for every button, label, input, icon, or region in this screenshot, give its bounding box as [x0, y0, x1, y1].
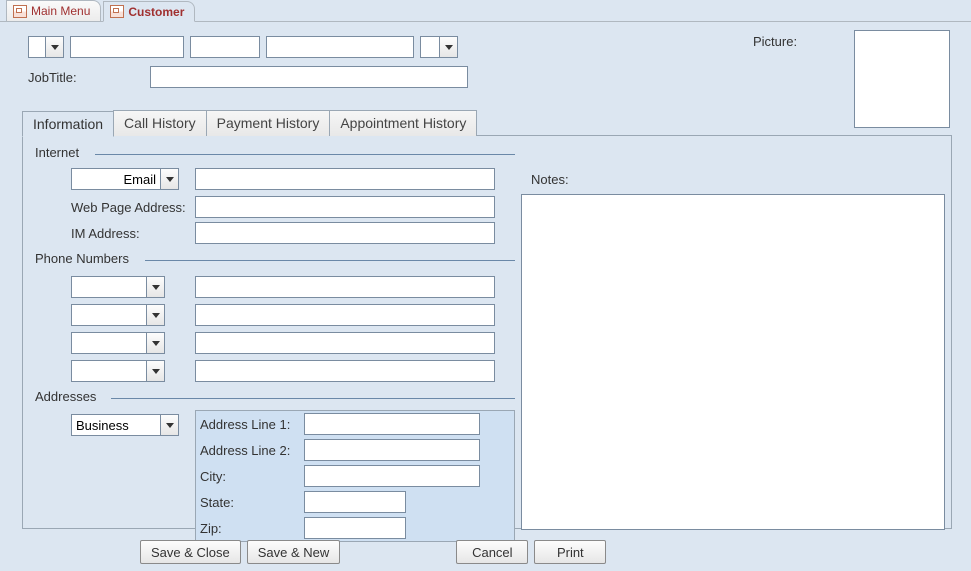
address-type-combo[interactable]	[71, 414, 179, 436]
print-button[interactable]: Print	[534, 540, 606, 564]
phone-type-combo-2[interactable]	[71, 304, 165, 326]
job-title-input[interactable]	[150, 66, 468, 88]
detail-tab-strip: Information Call History Payment History…	[22, 110, 952, 136]
web-page-input[interactable]	[195, 196, 495, 218]
group-addresses-title: Addresses	[35, 389, 100, 404]
address-line1-input[interactable]	[304, 413, 480, 435]
phone-type-combo-4[interactable]	[71, 360, 165, 382]
address-line2-label: Address Line 2:	[200, 443, 304, 458]
phone-type-input-3[interactable]	[72, 333, 146, 353]
phone-input-2[interactable]	[195, 304, 495, 326]
group-internet-title: Internet	[35, 145, 83, 160]
tab-appointment-history[interactable]: Appointment History	[329, 110, 477, 136]
first-name-input[interactable]	[70, 36, 184, 58]
chevron-down-icon[interactable]	[146, 305, 164, 325]
web-page-label: Web Page Address:	[71, 200, 195, 215]
zip-input[interactable]	[304, 517, 406, 539]
title-combo[interactable]	[28, 36, 64, 58]
group-phone-title: Phone Numbers	[35, 251, 133, 266]
tab-page-information: Internet Web Page Address: IM Address:	[22, 135, 952, 529]
im-address-input[interactable]	[195, 222, 495, 244]
doc-tab-label: Customer	[128, 5, 184, 19]
cancel-button[interactable]: Cancel	[456, 540, 528, 564]
job-title-label: JobTitle:	[28, 70, 150, 85]
name-row	[28, 36, 458, 58]
chevron-down-icon[interactable]	[160, 415, 178, 435]
email-type-combo[interactable]	[71, 168, 179, 190]
email-type-input[interactable]	[72, 169, 160, 189]
doc-tab-label: Main Menu	[31, 4, 90, 18]
document-tab-strip: Main Menu Customer	[0, 0, 971, 22]
phone-type-input-1[interactable]	[72, 277, 146, 297]
picture-label: Picture:	[753, 34, 797, 49]
button-bar: Save & Close Save & New Cancel Print	[0, 540, 971, 564]
chevron-down-icon[interactable]	[146, 333, 164, 353]
chevron-down-icon[interactable]	[146, 277, 164, 297]
tab-payment-history[interactable]: Payment History	[206, 110, 331, 136]
chevron-down-icon[interactable]	[160, 169, 178, 189]
title-combo-input[interactable]	[29, 37, 45, 57]
chevron-down-icon[interactable]	[146, 361, 164, 381]
phone-input-1[interactable]	[195, 276, 495, 298]
job-title-row: JobTitle:	[28, 66, 468, 88]
address-line2-input[interactable]	[304, 439, 480, 461]
suffix-combo[interactable]	[420, 36, 458, 58]
chevron-down-icon[interactable]	[439, 37, 457, 57]
chevron-down-icon[interactable]	[45, 37, 63, 57]
doc-tab-customer[interactable]: Customer	[103, 1, 195, 22]
email-input[interactable]	[195, 168, 495, 190]
doc-tab-main-menu[interactable]: Main Menu	[6, 0, 101, 21]
notes-label: Notes:	[531, 172, 569, 187]
state-input[interactable]	[304, 491, 406, 513]
middle-name-input[interactable]	[190, 36, 260, 58]
phone-type-input-4[interactable]	[72, 361, 146, 381]
address-line1-label: Address Line 1:	[200, 417, 304, 432]
last-name-input[interactable]	[266, 36, 414, 58]
phone-input-3[interactable]	[195, 332, 495, 354]
customer-form: JobTitle: Picture: Information Call Hist…	[0, 22, 971, 571]
save-close-button[interactable]: Save & Close	[140, 540, 241, 564]
address-type-input[interactable]	[72, 415, 160, 435]
form-icon	[110, 5, 124, 18]
city-label: City:	[200, 469, 304, 484]
phone-type-combo-1[interactable]	[71, 276, 165, 298]
address-panel: Address Line 1: Address Line 2: City: St…	[195, 410, 515, 542]
save-new-button[interactable]: Save & New	[247, 540, 341, 564]
phone-type-combo-3[interactable]	[71, 332, 165, 354]
detail-tab-control: Information Call History Payment History…	[22, 110, 952, 529]
form-icon	[13, 5, 27, 18]
city-input[interactable]	[304, 465, 480, 487]
phone-input-4[interactable]	[195, 360, 495, 382]
phone-type-input-2[interactable]	[72, 305, 146, 325]
notes-textarea[interactable]	[521, 194, 945, 530]
state-label: State:	[200, 495, 304, 510]
suffix-combo-input[interactable]	[421, 37, 439, 57]
zip-label: Zip:	[200, 521, 304, 536]
tab-call-history[interactable]: Call History	[113, 110, 207, 136]
tab-information[interactable]: Information	[22, 111, 114, 137]
im-address-label: IM Address:	[71, 226, 195, 241]
